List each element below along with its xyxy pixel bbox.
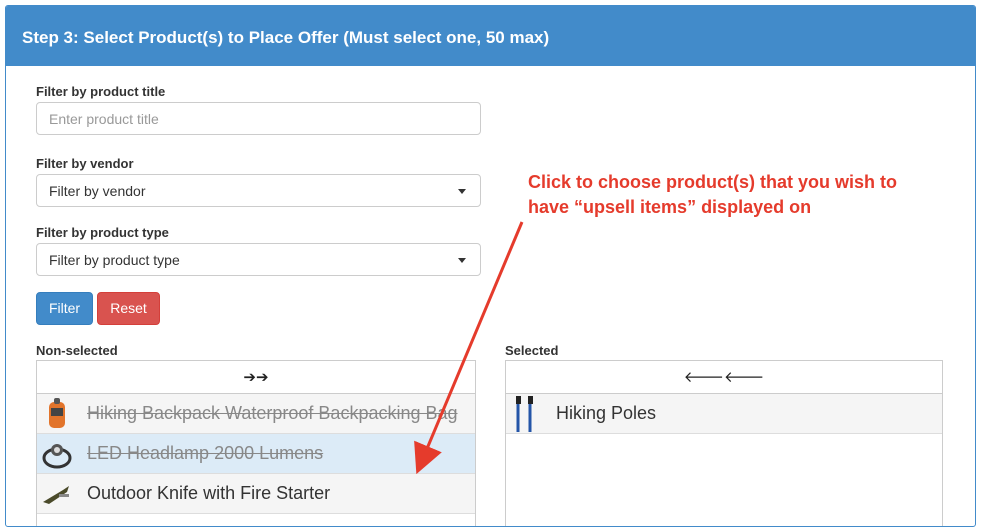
list-item[interactable]: Outdoor Knife with Fire Starter [37, 474, 475, 514]
list-item[interactable]: Hiking Poles [506, 394, 942, 434]
filter-button[interactable]: Filter [36, 292, 93, 325]
offer-panel: Step 3: Select Product(s) to Place Offer… [5, 5, 976, 527]
hiking-poles-thumbnail [516, 396, 533, 432]
vendor-select[interactable]: Filter by vendor [36, 174, 481, 207]
product-name: Hiking Backpack Waterproof Backpacking B… [87, 403, 458, 423]
selected-label: Selected [505, 343, 559, 358]
product-name: Outdoor Knife with Fire Starter [87, 483, 331, 503]
panel-heading: Step 3: Select Product(s) to Place Offer… [6, 6, 975, 66]
selected-list: 🡐🡐 Hiking Poles [505, 360, 943, 526]
move-all-left-button[interactable]: 🡐🡐 [506, 361, 942, 394]
list-item[interactable]: LED Headlamp 2000 Lumens [37, 434, 475, 474]
product-name: LED Headlamp 2000 Lumens [87, 443, 324, 463]
annotation-line-2: have “upsell items” displayed on [528, 197, 812, 217]
title-filter-placeholder: Enter product title [49, 111, 159, 127]
headlamp-thumbnail [42, 444, 72, 469]
filter-title-label: Filter by product title [36, 84, 166, 99]
non-selected-label: Non-selected [36, 343, 118, 358]
reset-button[interactable]: Reset [97, 292, 160, 325]
product-name: Hiking Poles [556, 403, 657, 423]
list-item[interactable]: Hiking Backpack Waterproof Backpacking B… [37, 394, 475, 434]
double-arrow-left-icon: 🡐🡐 [683, 369, 765, 386]
double-arrow-right-icon: ➔➔ [243, 369, 269, 386]
product-type-select-value: Filter by product type [49, 252, 180, 268]
chevron-down-icon [458, 189, 466, 194]
annotation-line-1: Click to choose product(s) that you wish… [528, 172, 898, 192]
vendor-select-value: Filter by vendor [49, 183, 146, 199]
chevron-down-icon [458, 258, 466, 263]
filter-type-label: Filter by product type [36, 225, 169, 240]
move-all-right-button[interactable]: ➔➔ [37, 361, 475, 394]
backpack-thumbnail [49, 398, 65, 428]
non-selected-list: ➔➔ Hiking Backpack Waterproof Backpackin… [36, 360, 476, 526]
title-filter-input[interactable]: Enter product title [36, 102, 481, 135]
knife-thumbnail [43, 486, 69, 504]
panel-title: Step 3: Select Product(s) to Place Offer… [22, 28, 550, 47]
filter-vendor-label: Filter by vendor [36, 156, 134, 171]
annotation-callout: Click to choose product(s) that you wish… [528, 170, 897, 220]
product-type-select[interactable]: Filter by product type [36, 243, 481, 276]
